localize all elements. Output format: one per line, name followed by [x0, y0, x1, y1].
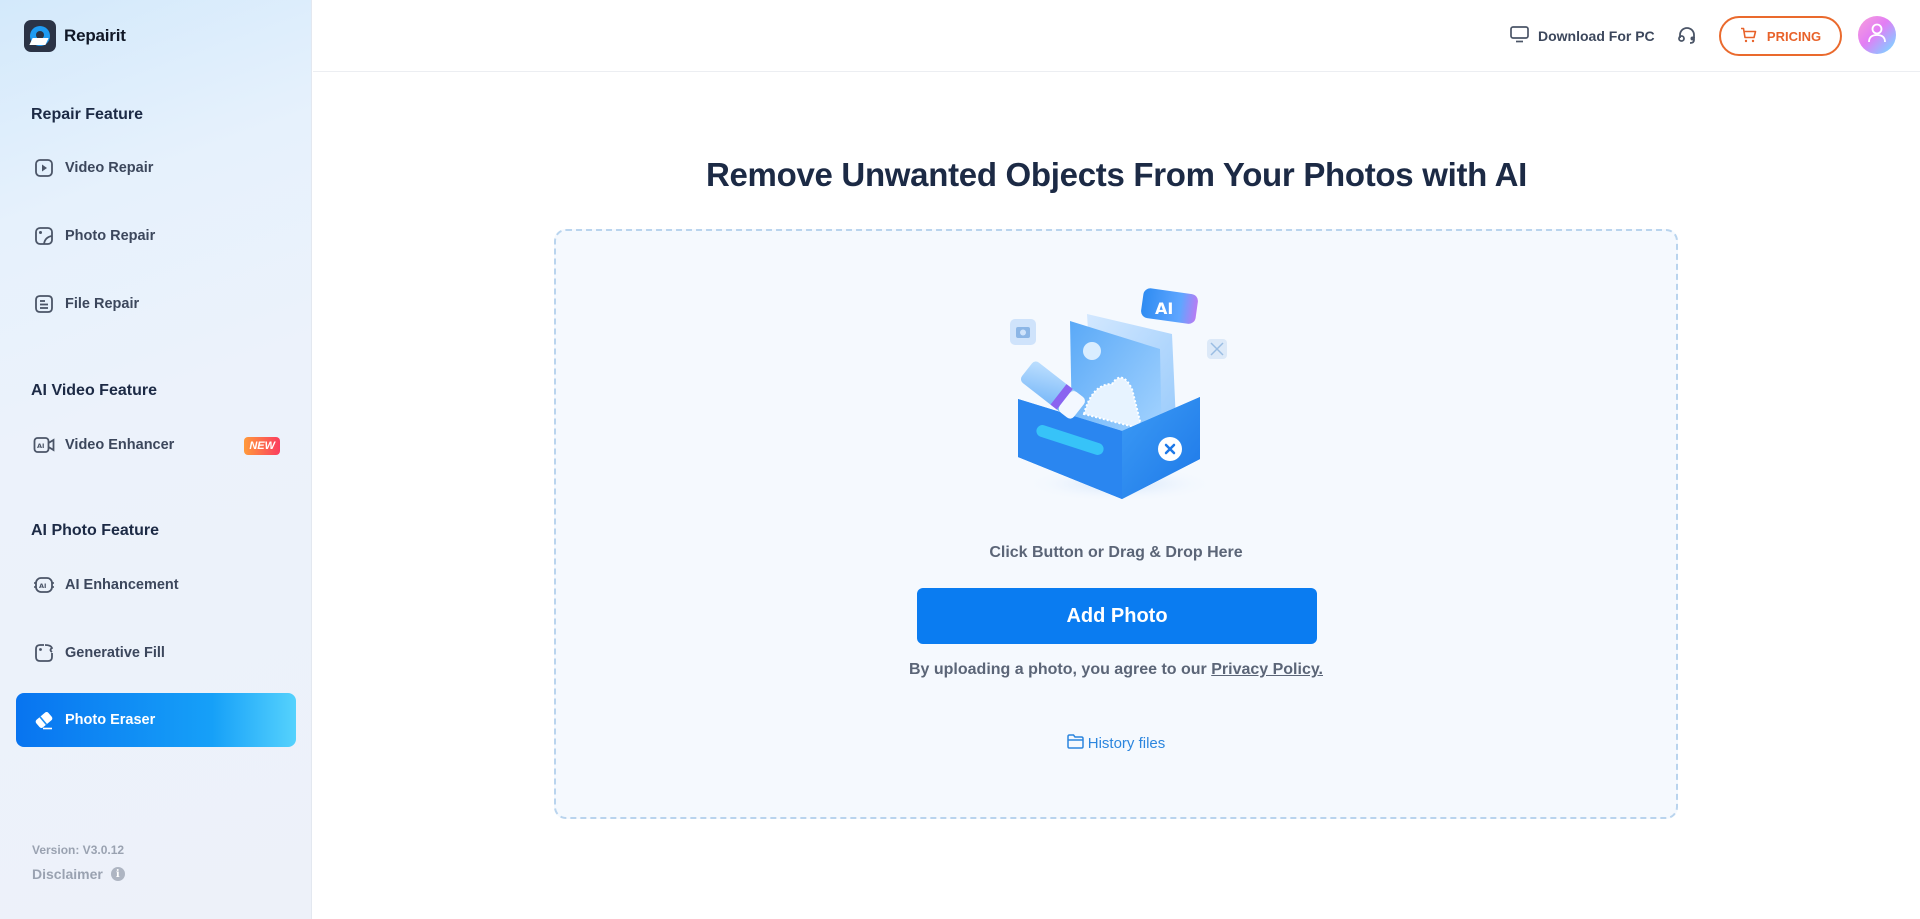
sidebar-item-video-enhancer[interactable]: AI Video Enhancer NEW [16, 418, 296, 472]
ai-video-icon: AI [33, 434, 55, 456]
disclaimer-link[interactable]: Disclaimer i [32, 866, 125, 882]
page-title: Remove Unwanted Objects From Your Photos… [705, 156, 1528, 193]
sidebar-item-file-repair[interactable]: File Repair [16, 277, 296, 331]
app-logo[interactable]: Repairit [24, 20, 126, 52]
section-title-repair: Repair Feature [31, 106, 144, 123]
sidebar-item-label: AI Enhancement [65, 577, 179, 593]
pricing-button[interactable]: PRICING [1719, 16, 1842, 56]
pricing-label: PRICING [1766, 28, 1822, 44]
history-files-link[interactable]: History files [556, 734, 1676, 753]
ai-badge-text: AI [1155, 299, 1173, 318]
sidebar-item-label: Video Repair [65, 160, 154, 176]
eraser-icon [33, 709, 55, 731]
privacy-agreement: By uploading a photo, you agree to our P… [556, 661, 1676, 679]
sidebar-item-photo-repair[interactable]: Photo Repair [16, 209, 296, 263]
user-avatar[interactable] [1858, 16, 1896, 54]
disclaimer-label: Disclaimer [32, 866, 103, 882]
photo-icon [33, 225, 55, 247]
video-play-icon [33, 157, 55, 179]
repairit-logo-icon [24, 20, 56, 52]
headset-icon[interactable] [1676, 25, 1698, 47]
sidebar-item-label: File Repair [65, 296, 140, 312]
sidebar-item-label: Photo Repair [65, 228, 156, 244]
sidebar: Repairit Repair Feature Video Repair Pho… [0, 0, 312, 919]
app-name: Repairit [64, 26, 126, 45]
monitor-icon [1510, 26, 1529, 46]
svg-text:AI: AI [39, 582, 46, 590]
svg-text:AI: AI [37, 442, 44, 450]
photo-dropzone[interactable]: AI Click Button or Drag & Drop Here Add … [554, 229, 1678, 819]
section-title-ai-video: AI Video Feature [31, 382, 157, 399]
sidebar-item-label: Generative Fill [65, 645, 165, 661]
sidebar-item-photo-eraser[interactable]: Photo Eraser [16, 693, 296, 747]
sidebar-item-generative-fill[interactable]: Generative Fill [16, 626, 296, 680]
history-files-label: History files [1087, 735, 1166, 752]
sidebar-item-label: Video Enhancer [65, 437, 175, 453]
agree-text: By uploading a photo, you agree to our [908, 661, 1212, 678]
sidebar-item-label: Photo Eraser [65, 712, 156, 728]
sidebar-item-video-repair[interactable]: Video Repair [16, 141, 296, 195]
section-title-ai-photo: AI Photo Feature [31, 522, 160, 539]
add-photo-button[interactable]: Add Photo [917, 588, 1317, 644]
document-icon [33, 293, 55, 315]
upload-box-illustration: AI [1002, 279, 1232, 509]
sidebar-item-ai-enhancement[interactable]: AI AI Enhancement [16, 558, 296, 612]
download-label: Download For PC [1538, 28, 1655, 44]
privacy-policy-link[interactable]: Privacy Policy. [1211, 661, 1323, 678]
download-for-pc-link[interactable]: Download For PC [1510, 26, 1655, 46]
folder-icon [1066, 734, 1084, 753]
generative-fill-icon [33, 642, 55, 664]
drop-hint: Click Button or Drag & Drop Here [989, 544, 1243, 561]
new-badge: NEW [244, 437, 280, 455]
version-label: Version: V3.0.12 [32, 843, 125, 857]
cart-icon [1740, 27, 1757, 46]
user-icon [1867, 22, 1887, 49]
ai-chip-icon: AI [33, 574, 55, 596]
info-icon[interactable]: i [110, 867, 125, 881]
